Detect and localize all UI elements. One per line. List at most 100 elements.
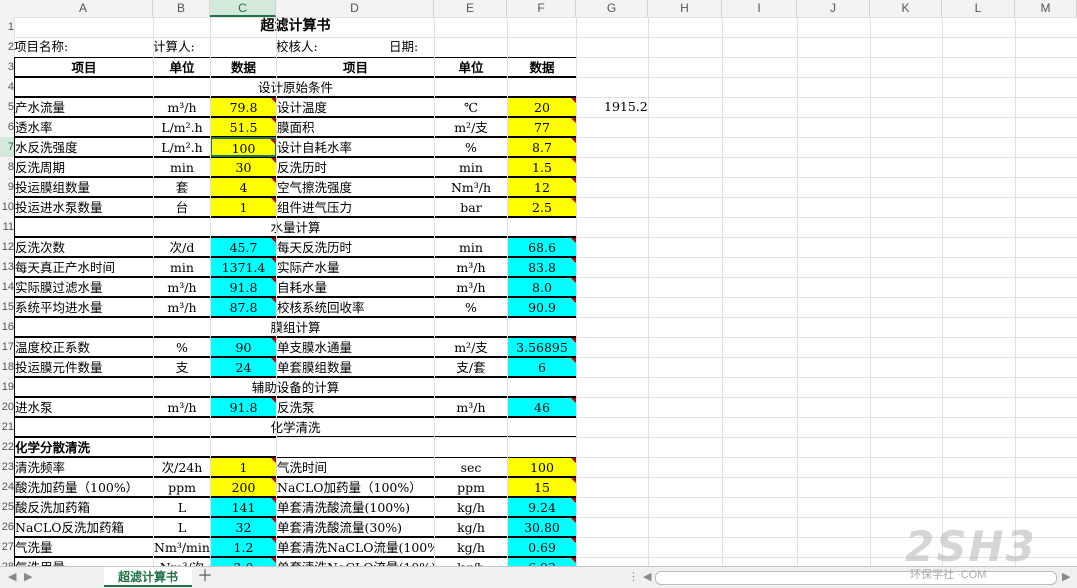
row-header-22[interactable]: 22 <box>0 437 14 457</box>
header-unit[interactable]: 单位 <box>153 57 211 77</box>
value-cell[interactable]: 200 <box>210 477 277 497</box>
row-header-20[interactable]: 20 <box>0 397 14 417</box>
row-header-13[interactable]: 13 <box>0 257 14 277</box>
value-cell[interactable]: 1 <box>210 457 277 477</box>
column-header-c[interactable]: C <box>210 0 276 17</box>
stray-value[interactable]: 1915.2 <box>576 97 649 117</box>
item-label[interactable]: 每天反洗历时 <box>276 237 435 257</box>
item-label[interactable]: 投运膜元件数量 <box>14 357 154 377</box>
unit-label[interactable]: Nm³/次 <box>153 557 211 566</box>
unit-label[interactable]: m²/支 <box>434 117 508 137</box>
row-header-17[interactable]: 17 <box>0 337 14 357</box>
value-cell[interactable]: 46 <box>507 397 577 417</box>
value-cell[interactable]: 6 <box>507 357 577 377</box>
item-label[interactable]: 清洗频率 <box>14 457 154 477</box>
row-header-24[interactable]: 24 <box>0 477 14 497</box>
unit-label[interactable]: 次/24h <box>153 457 211 477</box>
row-header-7[interactable]: 7 <box>0 137 14 157</box>
row-header-16[interactable]: 16 <box>0 317 14 337</box>
row-header-21[interactable]: 21 <box>0 417 14 437</box>
value-cell[interactable]: 68.6 <box>507 237 577 257</box>
column-header-m[interactable]: M <box>1015 0 1077 17</box>
section-chem[interactable]: 化学清洗 <box>14 417 577 437</box>
header-unit[interactable]: 单位 <box>434 57 508 77</box>
unit-label[interactable]: % <box>153 337 211 357</box>
value-cell[interactable]: 1.5 <box>507 157 577 177</box>
item-label[interactable]: 单套清洗酸流量(100%) <box>276 497 435 517</box>
column-header-f[interactable]: F <box>507 0 576 17</box>
item-label[interactable]: 设计温度 <box>276 97 435 117</box>
row-header-14[interactable]: 14 <box>0 277 14 297</box>
tab-scroll-left-icon[interactable]: ◀ <box>8 570 16 583</box>
value-cell[interactable]: 20 <box>507 97 577 117</box>
value-cell[interactable]: 30 <box>210 157 277 177</box>
unit-label[interactable]: L <box>153 497 211 517</box>
header-item[interactable]: 项目 <box>276 57 435 77</box>
unit-label[interactable]: m³/h <box>153 297 211 317</box>
value-cell[interactable]: 8.0 <box>507 277 577 297</box>
value-cell[interactable]: 87.8 <box>210 297 277 317</box>
value-cell[interactable]: 0.69 <box>507 537 577 557</box>
item-label[interactable]: 反洗历时 <box>276 157 435 177</box>
value-cell[interactable]: 91.8 <box>210 277 277 297</box>
value-cell[interactable]: 90.9 <box>507 297 577 317</box>
unit-label[interactable]: 支/套 <box>434 357 508 377</box>
item-label[interactable]: 校核系统回收率 <box>276 297 435 317</box>
unit-label[interactable]: kg/h <box>434 557 508 566</box>
row-header-5[interactable]: 5 <box>0 97 14 117</box>
unit-label[interactable]: ppm <box>153 477 211 497</box>
row-header-2[interactable]: 2 <box>0 37 14 57</box>
row-header-27[interactable]: 27 <box>0 537 14 557</box>
unit-label[interactable]: 次/d <box>153 237 211 257</box>
calculator-label[interactable]: 计算人: <box>153 37 277 57</box>
header-data[interactable]: 数据 <box>507 57 577 77</box>
unit-label[interactable]: m³/h <box>153 97 211 117</box>
value-cell[interactable]: 83.8 <box>507 257 577 277</box>
header-item[interactable]: 项目 <box>14 57 154 77</box>
row-header-26[interactable]: 26 <box>0 517 14 537</box>
value-cell[interactable]: 6.93 <box>507 557 577 566</box>
item-label[interactable]: 组件进气压力 <box>276 197 435 217</box>
column-header-b[interactable]: B <box>153 0 210 17</box>
value-cell[interactable]: 91.8 <box>210 397 277 417</box>
unit-label[interactable]: kg/h <box>434 497 508 517</box>
unit-label[interactable]: m²/支 <box>434 337 508 357</box>
row-header-6[interactable]: 6 <box>0 117 14 137</box>
item-label[interactable]: 酸洗加药量（100%） <box>14 477 154 497</box>
unit-label[interactable]: ppm <box>434 477 508 497</box>
column-header-a[interactable]: A <box>14 0 153 17</box>
section-design[interactable]: 设计原始条件 <box>14 77 577 97</box>
unit-label[interactable]: Nm³/min <box>153 537 211 557</box>
value-cell[interactable]: 1371.4 <box>210 257 277 277</box>
unit-label[interactable]: Nm³/h <box>434 177 508 197</box>
unit-label[interactable]: min <box>153 257 211 277</box>
scroll-left-icon[interactable]: ◀ <box>643 570 651 583</box>
sheet-title[interactable]: 超滤计算书 <box>14 17 577 37</box>
unit-label[interactable]: kg/h <box>434 517 508 537</box>
item-label[interactable]: 反洗次数 <box>14 237 154 257</box>
unit-label[interactable]: % <box>434 297 508 317</box>
project-name-label[interactable]: 项目名称: <box>14 37 154 57</box>
item-label[interactable]: 反洗周期 <box>14 157 154 177</box>
column-header-i[interactable]: I <box>722 0 797 17</box>
unit-label[interactable]: min <box>434 157 508 177</box>
item-label[interactable]: NaCLO加药量（100%） <box>276 477 435 497</box>
column-header-e[interactable]: E <box>434 0 507 17</box>
unit-label[interactable]: sec <box>434 457 508 477</box>
row-header-15[interactable]: 15 <box>0 297 14 317</box>
unit-label[interactable]: m³/h <box>434 257 508 277</box>
column-header-j[interactable]: J <box>797 0 870 17</box>
row-header-3[interactable]: 3 <box>0 57 14 77</box>
item-label[interactable]: 反洗泵 <box>276 397 435 417</box>
value-cell[interactable]: 24 <box>210 357 277 377</box>
unit-label[interactable]: ℃ <box>434 97 508 117</box>
value-cell[interactable]: 9.24 <box>507 497 577 517</box>
value-cell[interactable]: 2.5 <box>507 197 577 217</box>
unit-label[interactable]: min <box>434 237 508 257</box>
item-label[interactable]: 产水流量 <box>14 97 154 117</box>
section-chem-dispersion[interactable]: 化学分散清洗 <box>14 437 154 457</box>
add-sheet-icon[interactable]: ＋ <box>197 567 213 587</box>
row-header-28[interactable]: 28 <box>0 557 14 566</box>
unit-label[interactable]: % <box>434 137 508 157</box>
scroll-right-icon[interactable]: ▶ <box>1062 570 1070 583</box>
